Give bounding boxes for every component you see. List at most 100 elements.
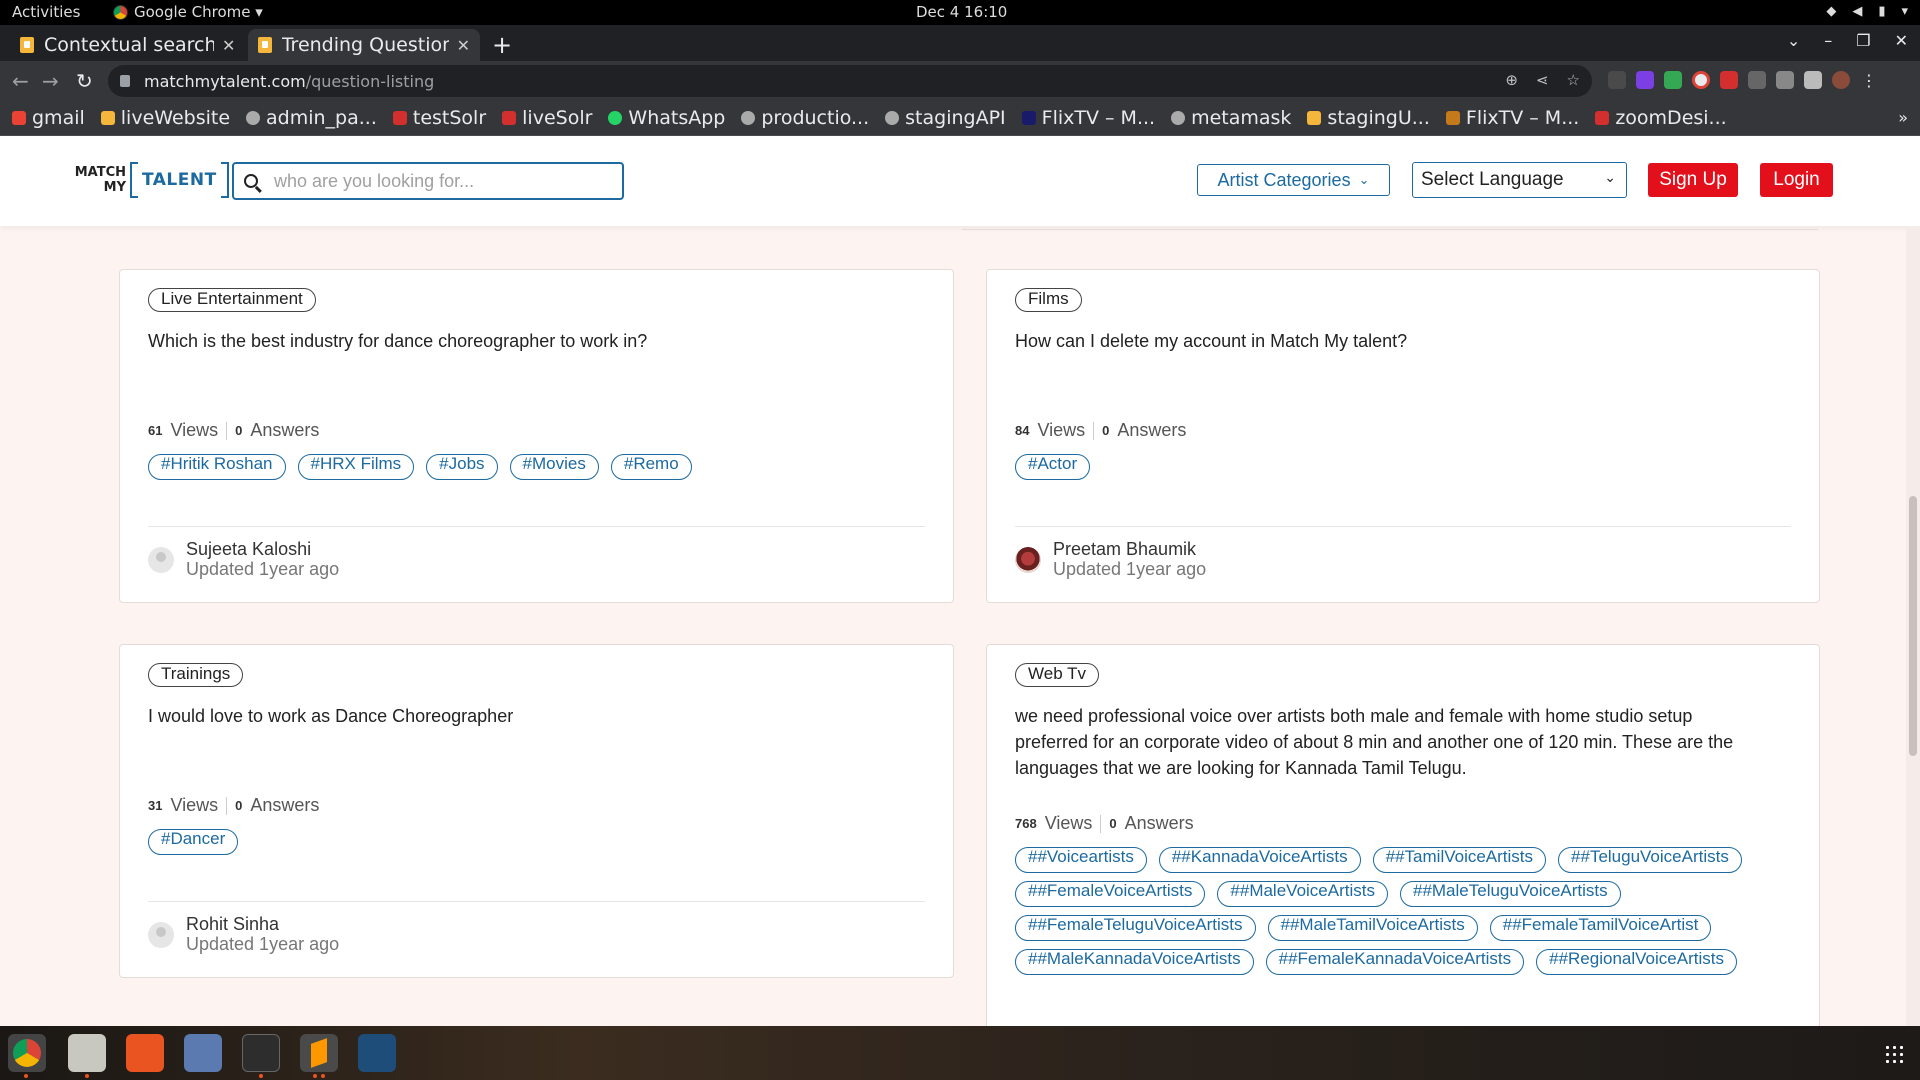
puzzle-icon[interactable] [1776,71,1794,89]
reload-icon[interactable]: ↻ [76,69,93,93]
tag-chip[interactable]: ##FemaleKannadaVoiceArtists [1265,949,1525,975]
profile-avatar[interactable] [1832,71,1850,89]
bookmark-item[interactable]: stagingU... [1307,107,1430,129]
tag-chip[interactable]: ##FemaleTeluguVoiceArtists [1015,915,1256,941]
tag-chip[interactable]: #HRX Films [297,454,415,480]
question-card[interactable]: Trainings I would love to work as Dance … [119,644,954,978]
adblock-icon[interactable] [1720,71,1738,89]
tag-chip[interactable]: ##FemaleTamilVoiceArtist [1489,915,1712,941]
bookmark-item[interactable]: liveWebsite [100,107,230,129]
software-store-dock-icon[interactable] [126,1034,164,1072]
artist-categories-button[interactable]: Artist Categories ⌄ [1197,164,1390,196]
bookmark-item[interactable]: admin_pa... [246,107,377,129]
bookmark-item[interactable]: gmail [12,107,85,129]
category-badge[interactable]: Trainings [148,663,244,687]
tag-chip[interactable]: #Dancer [148,829,239,855]
page-scrollbar[interactable] [1906,226,1920,1026]
tag-list: #Hritik Roshan #HRX Films #Jobs #Movies … [148,454,692,480]
bookmark-item[interactable]: liveSolr [502,107,592,129]
bookmark-star-icon[interactable]: ☆ [1567,71,1580,89]
back-icon[interactable]: ← [12,69,29,93]
bookmark-item[interactable]: stagingAPI [885,107,1006,129]
share-icon[interactable]: ⋖ [1536,71,1549,89]
bookmark-item[interactable]: WhatsApp [608,107,725,129]
mysql-workbench-dock-icon[interactable] [358,1034,396,1072]
sign-up-button[interactable]: Sign Up [1648,163,1738,197]
app-menu[interactable]: Google Chrome ▾ [113,3,263,21]
tag-chip[interactable]: ##KannadaVoiceArtists [1158,847,1361,873]
app-grid-icon[interactable] [1884,1044,1904,1064]
question-text[interactable]: we need professional voice over artists … [1015,703,1733,781]
system-tray[interactable]: ◆ ◀ ▮ ▾ [1826,4,1908,19]
views-count: 84 [1015,423,1030,438]
close-window-icon[interactable]: ✕ [1895,31,1908,50]
author-info[interactable]: Preetam Bhaumik Updated 1year ago [1015,540,1206,579]
question-text[interactable]: How can I delete my account in Match My … [1015,328,1407,354]
question-card[interactable]: Live Entertainment Which is the best ind… [119,269,954,603]
extension-icon[interactable] [1636,71,1654,89]
bookmark-item[interactable]: productio... [741,107,869,129]
bookmark-item[interactable]: FlixTV – M... [1021,107,1155,129]
activities-button[interactable]: Activities [12,3,80,21]
category-badge[interactable]: Live Entertainment [148,288,316,312]
tab-search-icon[interactable]: ⌄ [1787,31,1800,50]
site-logo[interactable]: MATCH MY TALENT [74,162,229,198]
tag-chip[interactable]: ##TamilVoiceArtists [1372,847,1547,873]
tag-chip[interactable]: ##RegionalVoiceArtists [1536,949,1737,975]
clock[interactable]: Dec 4 16:10 [916,3,1007,21]
sublime-text-dock-icon[interactable] [300,1034,338,1072]
tab-contextual-search[interactable]: Contextual search ✕ [10,29,248,61]
more-menu-icon[interactable]: ⋮ [1860,71,1878,90]
extension-icon[interactable] [1748,71,1766,89]
tag-chip[interactable]: #Remo [610,454,692,480]
tag-chip[interactable]: ##MaleKannadaVoiceArtists [1015,949,1254,975]
address-bar[interactable]: matchmytalent.com /question-listing ⊕ ⋖ … [108,65,1592,97]
tag-chip[interactable]: #Movies [509,454,599,480]
extension-icon[interactable] [1692,71,1710,89]
extension-icon[interactable] [1608,71,1626,89]
bookmark-item[interactable]: FlixTV – M... [1445,107,1579,129]
tab-trending-question[interactable]: Trending Question ✕ [248,29,480,61]
more-bookmarks-icon[interactable]: » [1898,108,1908,127]
tag-chip[interactable]: #Hritik Roshan [148,454,286,480]
close-tab-icon[interactable]: ✕ [457,36,470,55]
tag-chip[interactable]: #Jobs [426,454,498,480]
minimize-icon[interactable]: – [1824,31,1832,50]
question-text[interactable]: I would love to work as Dance Choreograp… [148,703,513,729]
language-select[interactable]: Select Language ⌄ [1412,162,1627,198]
search-input[interactable] [274,170,604,192]
extension-icon[interactable] [1664,71,1682,89]
tag-chip[interactable]: ##MaleVoiceArtists [1217,881,1388,907]
tag-chip[interactable]: ##FemaleVoiceArtists [1015,881,1206,907]
new-tab-button[interactable]: + [492,31,512,59]
globe-icon [246,111,261,125]
bookmark-item[interactable]: zoomDesi... [1595,107,1727,129]
question-card[interactable]: Web Tv we need professional voice over a… [986,644,1820,1026]
terminal-dock-icon[interactable] [242,1034,280,1072]
files-dock-icon[interactable] [68,1034,106,1072]
tag-chip[interactable]: ##TeluguVoiceArtists [1558,847,1742,873]
side-panel-icon[interactable] [1804,71,1822,89]
remote-desktop-dock-icon[interactable] [184,1034,222,1072]
maximize-icon[interactable]: ❐ [1856,31,1870,50]
tag-chip[interactable]: ##Voiceartists [1015,847,1147,873]
tag-chip[interactable]: ##MaleTamilVoiceArtists [1267,915,1478,941]
category-badge[interactable]: Web Tv [1015,663,1099,687]
login-button[interactable]: Login [1760,163,1833,197]
dock [0,1026,1920,1080]
bookmark-item[interactable]: metamask [1171,107,1291,129]
category-badge[interactable]: Films [1015,288,1082,312]
tag-chip[interactable]: ##MaleTeluguVoiceArtists [1399,881,1621,907]
zoom-icon[interactable]: ⊕ [1505,71,1518,89]
lock-icon[interactable] [120,75,130,87]
scrollbar-thumb[interactable] [1909,496,1917,756]
author-info[interactable]: Sujeeta Kaloshi Updated 1year ago [148,540,339,579]
forward-icon[interactable]: → [42,69,59,93]
tag-chip[interactable]: #Actor [1015,454,1091,480]
question-card[interactable]: Films How can I delete my account in Mat… [986,269,1820,603]
close-tab-icon[interactable]: ✕ [222,36,235,55]
author-info[interactable]: Rohit Sinha Updated 1year ago [148,915,339,954]
bookmark-item[interactable]: testSolr [392,107,486,129]
chrome-dock-icon[interactable] [8,1034,46,1072]
question-text[interactable]: Which is the best industry for dance cho… [148,328,647,354]
